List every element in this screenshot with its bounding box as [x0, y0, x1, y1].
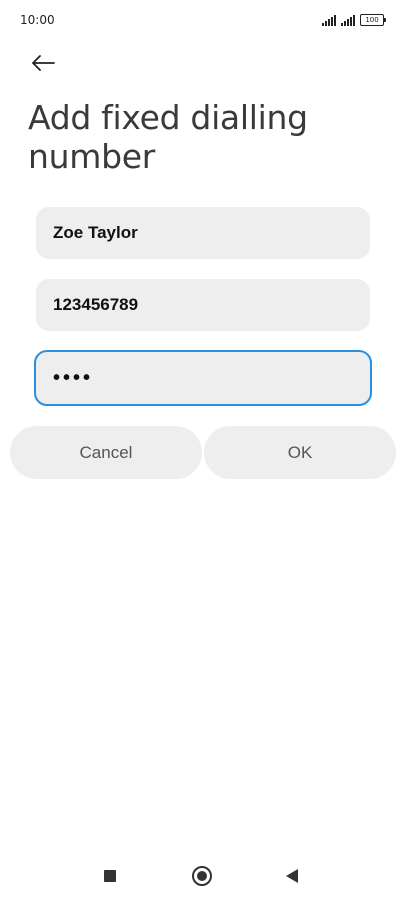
navigation-bar — [0, 860, 406, 892]
ok-button[interactable]: OK — [204, 426, 396, 479]
circle-icon[interactable] — [192, 866, 212, 886]
cancel-button[interactable]: Cancel — [10, 426, 202, 479]
signal-icon — [322, 15, 336, 26]
back-button[interactable] — [26, 46, 60, 80]
pin2-field[interactable]: •••• — [34, 350, 372, 406]
arrow-left-icon — [32, 55, 55, 71]
signal-icon-2 — [341, 15, 355, 26]
page-title: Add fixed dialling number — [28, 98, 308, 176]
status-time: 10:00 — [20, 13, 55, 27]
triangle-back-icon[interactable] — [286, 869, 298, 883]
battery-icon: 100 — [360, 14, 386, 26]
number-field[interactable]: 123456789 — [36, 279, 370, 331]
status-bar: 10:00 100 — [0, 0, 406, 40]
name-field[interactable]: Zoe Taylor — [36, 207, 370, 259]
square-icon[interactable] — [104, 870, 116, 882]
status-icons: 100 — [322, 13, 386, 26]
